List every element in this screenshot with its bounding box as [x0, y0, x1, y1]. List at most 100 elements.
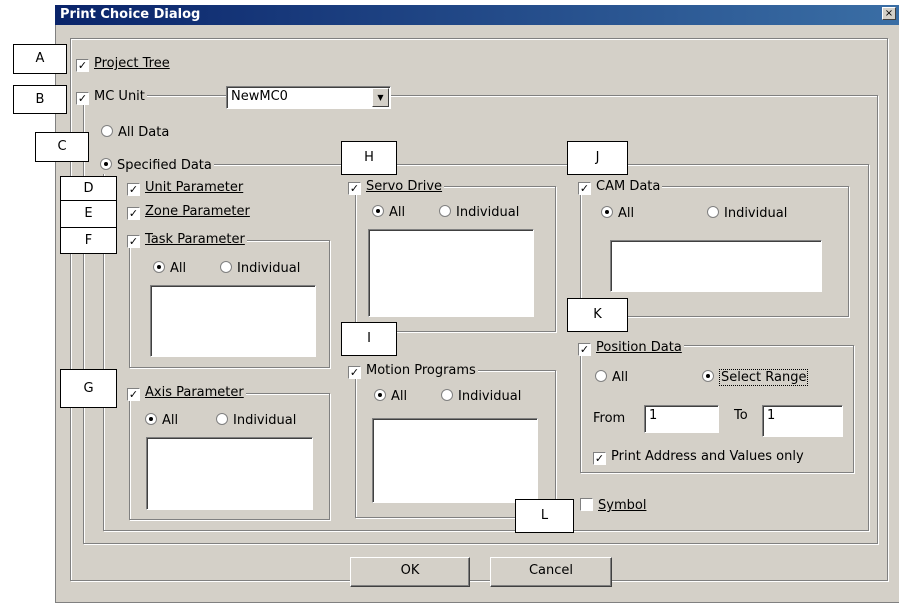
servo-all-radio[interactable]: All [372, 205, 405, 221]
servo-drive-label: Servo Drive [366, 179, 443, 194]
servo-individual-label: Individual [456, 205, 520, 220]
position-data-checkbox[interactable]: ✓ Position Data [576, 340, 684, 356]
axis-parameter-label: Axis Parameter [145, 385, 244, 400]
callout-i: I [341, 322, 397, 356]
radio-icon [220, 261, 232, 273]
symbol-label: Symbol [598, 498, 647, 513]
callout-k: K [567, 298, 628, 332]
cam-data-label: CAM Data [596, 179, 661, 194]
checkbox-empty-icon [580, 498, 593, 511]
motion-programs-label: Motion Programs [366, 363, 476, 378]
checkmark-icon: ✓ [578, 182, 591, 195]
callout-b: B [13, 85, 67, 114]
all-data-label: All Data [118, 125, 170, 140]
callout-a: A [13, 44, 67, 74]
zone-parameter-label: Zone Parameter [145, 204, 250, 219]
to-input[interactable]: 1 [762, 405, 843, 437]
print-address-values-checkbox[interactable]: ✓ Print Address and Values only [593, 449, 804, 465]
radio-icon [101, 125, 113, 137]
task-individual-label: Individual [237, 261, 301, 276]
callout-e: E [60, 200, 117, 228]
axis-parameter-list[interactable] [146, 437, 313, 510]
motion-all-label: All [391, 389, 408, 404]
task-all-label: All [170, 261, 187, 276]
cam-data-list[interactable] [610, 240, 822, 292]
chevron-down-icon[interactable]: ▼ [372, 88, 389, 107]
cam-all-label: All [618, 206, 635, 221]
callout-f: F [60, 227, 117, 254]
radio-selected-icon [100, 158, 112, 170]
radio-selected-icon [372, 205, 384, 217]
axis-parameter-checkbox[interactable]: ✓ Axis Parameter [125, 385, 246, 401]
position-select-range-radio[interactable]: Select Range [702, 369, 809, 386]
motion-all-radio[interactable]: All [374, 389, 407, 405]
position-all-radio[interactable]: All [595, 370, 628, 386]
radio-selected-icon [153, 261, 165, 273]
position-data-label: Position Data [596, 340, 682, 355]
project-tree-label: Project Tree [94, 56, 170, 71]
checkmark-icon: ✓ [348, 366, 361, 379]
axis-individual-radio[interactable]: Individual [216, 413, 296, 429]
checkmark-icon: ✓ [127, 388, 140, 401]
servo-all-label: All [389, 205, 406, 220]
task-parameter-label: Task Parameter [145, 232, 245, 247]
checkmark-icon: ✓ [578, 343, 591, 356]
checkmark-icon: ✓ [127, 235, 140, 248]
unit-parameter-checkbox[interactable]: ✓ Unit Parameter [127, 180, 243, 196]
specified-data-radio[interactable]: Specified Data [98, 158, 214, 174]
close-icon[interactable]: × [882, 7, 896, 20]
servo-drive-checkbox[interactable]: ✓ Servo Drive [346, 179, 445, 195]
window-title: Print Choice Dialog [60, 7, 201, 22]
callout-j: J [567, 141, 628, 175]
motion-programs-checkbox[interactable]: ✓ Motion Programs [346, 363, 478, 379]
ok-button[interactable]: OK [350, 557, 470, 587]
servo-drive-list[interactable] [368, 229, 534, 317]
print-address-values-label: Print Address and Values only [611, 449, 804, 464]
callout-g: G [60, 369, 117, 408]
checkmark-icon: ✓ [593, 452, 606, 465]
axis-all-radio[interactable]: All [145, 413, 178, 429]
all-data-radio[interactable]: All Data [101, 125, 169, 141]
task-parameter-checkbox[interactable]: ✓ Task Parameter [125, 232, 247, 248]
checkmark-icon: ✓ [127, 207, 140, 220]
radio-icon [441, 389, 453, 401]
cam-data-checkbox[interactable]: ✓ CAM Data [576, 179, 663, 195]
axis-all-label: All [162, 413, 179, 428]
unit-parameter-label: Unit Parameter [145, 180, 244, 195]
symbol-checkbox[interactable]: Symbol [578, 498, 649, 514]
callout-c: C [35, 132, 89, 162]
task-all-radio[interactable]: All [153, 261, 186, 277]
callout-h: H [341, 141, 397, 175]
radio-icon [595, 370, 607, 382]
servo-individual-radio[interactable]: Individual [439, 205, 519, 221]
cam-individual-label: Individual [724, 206, 788, 221]
to-label: To [734, 408, 748, 423]
motion-programs-list[interactable] [372, 418, 538, 503]
radio-icon [216, 413, 228, 425]
checkmark-icon: ✓ [76, 92, 89, 105]
from-input[interactable]: 1 [644, 405, 719, 433]
callout-d: D [60, 176, 117, 201]
cam-individual-radio[interactable]: Individual [707, 206, 787, 222]
specified-data-label: Specified Data [117, 158, 212, 173]
select-range-label: Select Range [719, 369, 809, 386]
radio-selected-icon [145, 413, 157, 425]
radio-selected-icon [702, 370, 714, 382]
radio-selected-icon [374, 389, 386, 401]
cancel-button[interactable]: Cancel [490, 557, 612, 587]
mc-unit-label: MC Unit [94, 89, 145, 104]
axis-individual-label: Individual [233, 413, 297, 428]
mc-unit-checkbox[interactable]: ✓ MC Unit [74, 89, 147, 105]
callout-l: L [515, 499, 574, 533]
checkmark-icon: ✓ [127, 183, 140, 196]
project-tree-checkbox[interactable]: ✓ Project Tree [76, 56, 170, 72]
motion-individual-label: Individual [458, 389, 522, 404]
zone-parameter-checkbox[interactable]: ✓ Zone Parameter [127, 204, 250, 220]
cam-all-radio[interactable]: All [601, 206, 634, 222]
checkmark-icon: ✓ [76, 59, 89, 72]
radio-selected-icon [601, 206, 613, 218]
task-parameter-list[interactable] [150, 285, 316, 357]
mc-unit-select[interactable]: NewMC0 ▼ [226, 86, 391, 109]
task-individual-radio[interactable]: Individual [220, 261, 300, 277]
motion-individual-radio[interactable]: Individual [441, 389, 521, 405]
